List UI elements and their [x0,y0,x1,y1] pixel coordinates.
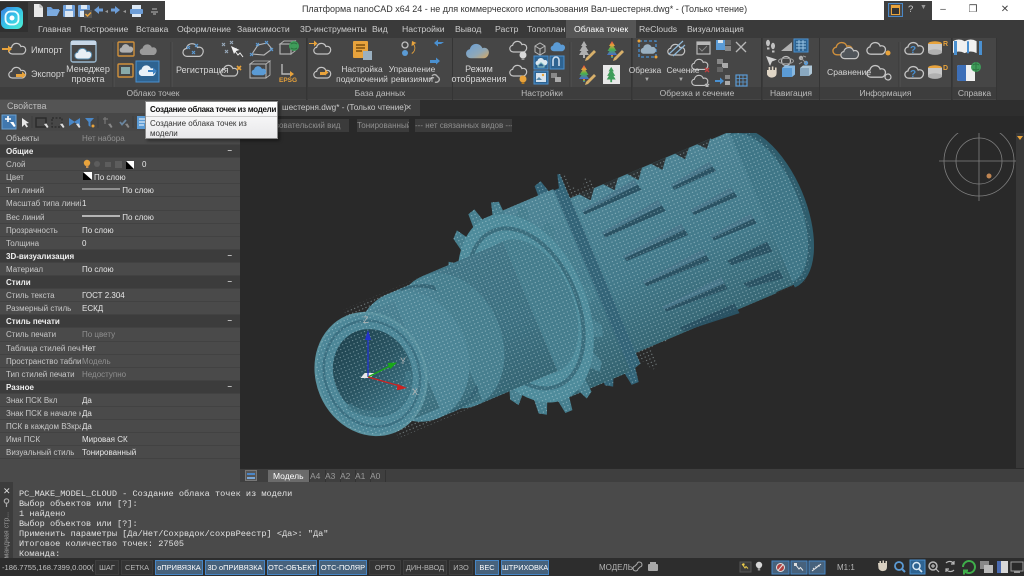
svg-text:X: X [412,387,418,397]
svg-text:R: R [943,41,948,48]
svg-text:D: D [943,65,948,72]
svg-text:EPSG: EPSG [279,77,297,84]
svg-text:?: ? [910,69,916,80]
svg-text:Y: Y [400,356,406,366]
svg-text:Z: Z [363,315,369,325]
svg-text:?: ? [910,45,916,56]
